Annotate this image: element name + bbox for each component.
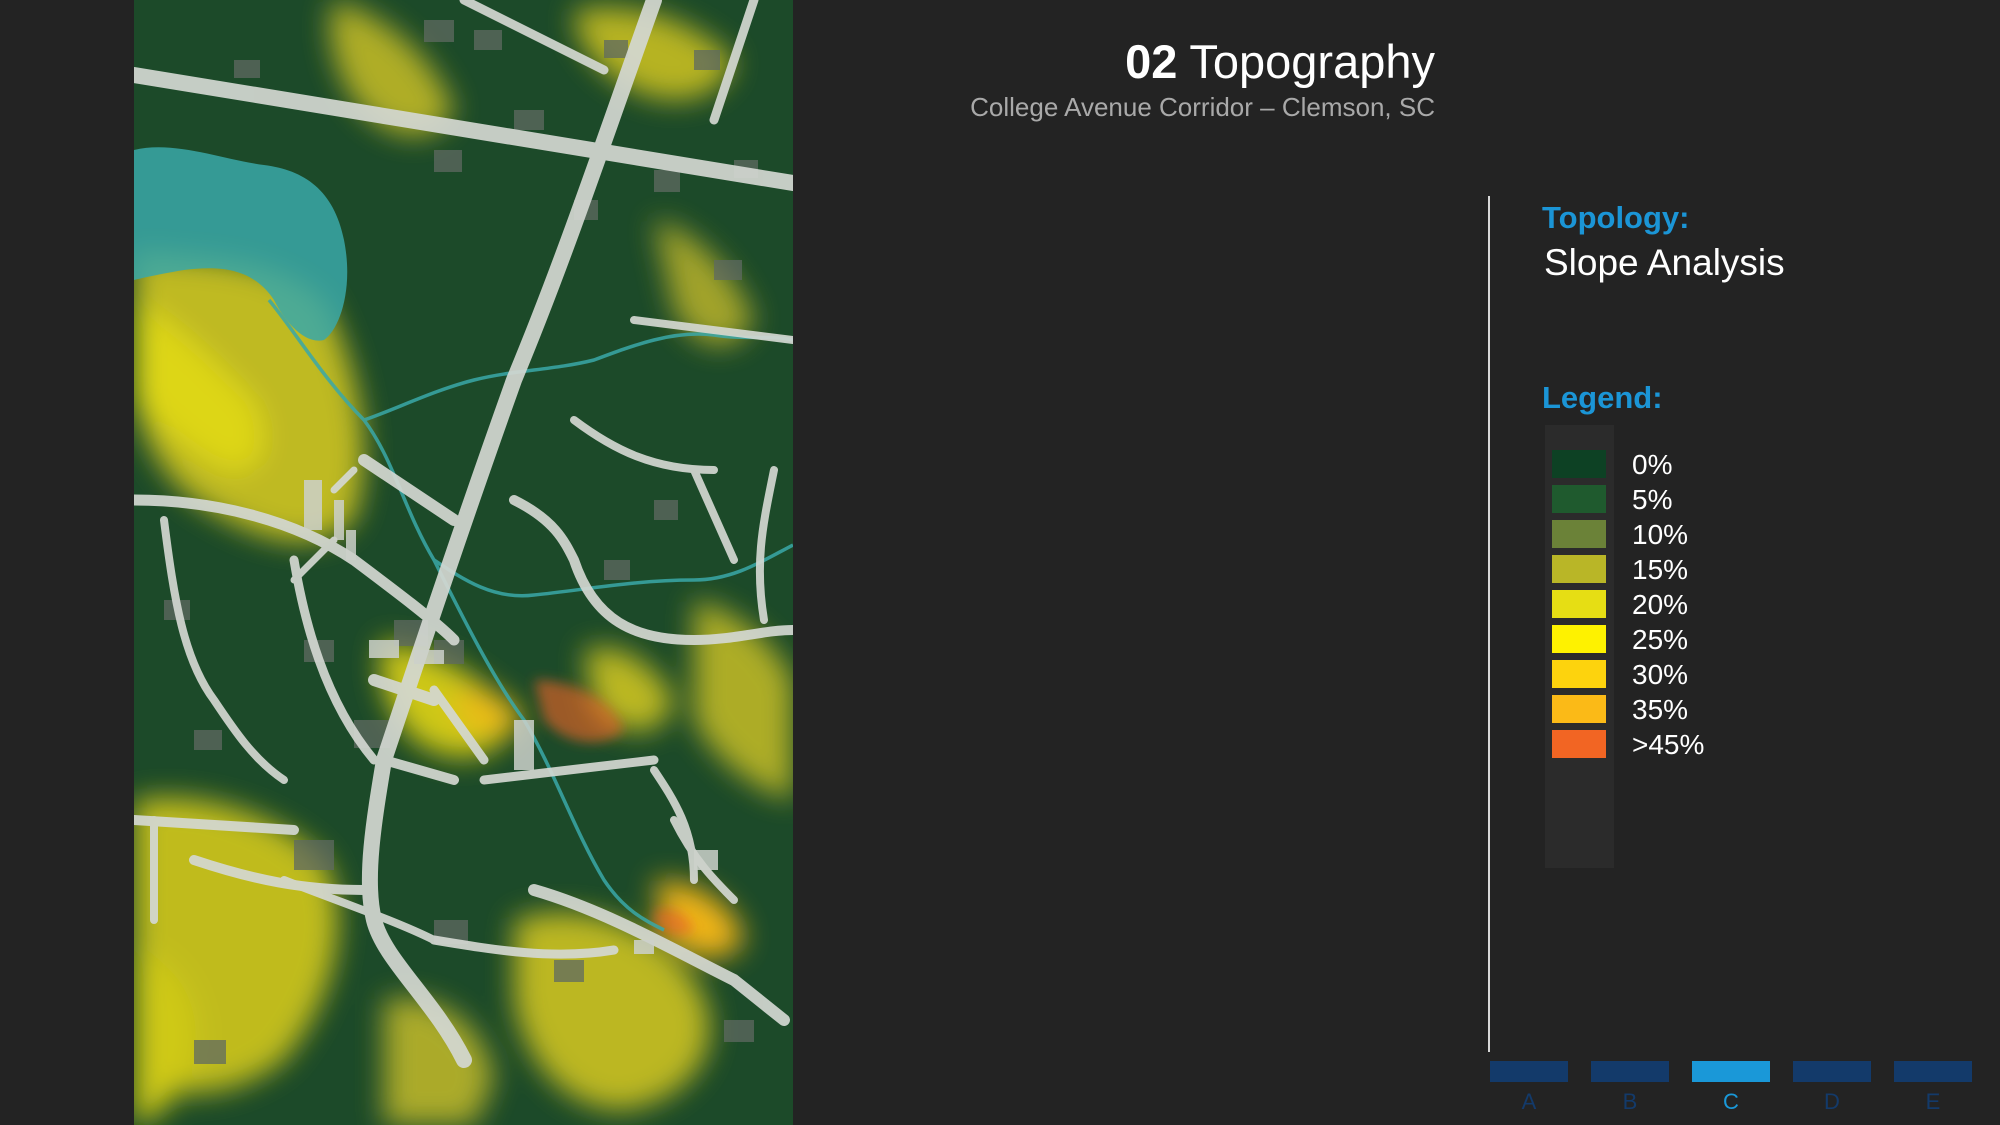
page-subtitle: College Avenue Corridor – Clemson, SC	[970, 92, 1435, 122]
legend-item-label: 30%	[1632, 659, 1689, 690]
nav-tab-a-label[interactable]: A	[1490, 1089, 1568, 1115]
legend-swatch	[1552, 520, 1606, 548]
nav-tab-a[interactable]	[1490, 1061, 1568, 1082]
slope-analysis-map	[134, 0, 793, 1125]
nav-tab-e[interactable]	[1894, 1061, 1972, 1082]
legend-item-label: 25%	[1632, 624, 1689, 655]
legend-item-label: 35%	[1632, 694, 1689, 725]
legend-item-label: >45%	[1632, 729, 1705, 760]
legend-swatch	[1552, 555, 1606, 583]
legend-swatch	[1552, 730, 1606, 758]
nav-tab-d[interactable]	[1793, 1061, 1871, 1082]
legend-swatch	[1552, 695, 1606, 723]
legend-label: Legend:	[1542, 380, 1663, 415]
legend-item-label: 5%	[1632, 484, 1673, 515]
panel-divider	[1488, 196, 1490, 1052]
nav-tab-d-label[interactable]: D	[1793, 1089, 1871, 1115]
legend-item-label: 20%	[1632, 589, 1689, 620]
legend-item-label: 0%	[1632, 449, 1673, 480]
legend-swatch	[1552, 660, 1606, 688]
page-title: 02 Topography	[970, 34, 1435, 90]
section-title: Topography	[1189, 35, 1435, 88]
legend-swatch	[1552, 625, 1606, 653]
nav-tab-c-label[interactable]: C	[1692, 1089, 1770, 1115]
nav-tab-b[interactable]	[1591, 1061, 1669, 1082]
page-header: 02 Topography College Avenue Corridor – C…	[970, 34, 1435, 123]
legend-swatch	[1552, 450, 1606, 478]
topology-value: Slope Analysis	[1544, 242, 1785, 283]
legend-item-label: 15%	[1632, 554, 1689, 585]
nav-tab-e-label[interactable]: E	[1894, 1089, 1972, 1115]
legend-item-label: 10%	[1632, 519, 1689, 550]
legend-swatch	[1552, 485, 1606, 513]
nav-tab-b-label[interactable]: B	[1591, 1089, 1669, 1115]
section-number: 02	[1125, 35, 1178, 88]
legend-swatch	[1552, 590, 1606, 618]
nav-tab-c[interactable]	[1692, 1061, 1770, 1082]
topology-label: Topology:	[1542, 200, 1690, 235]
